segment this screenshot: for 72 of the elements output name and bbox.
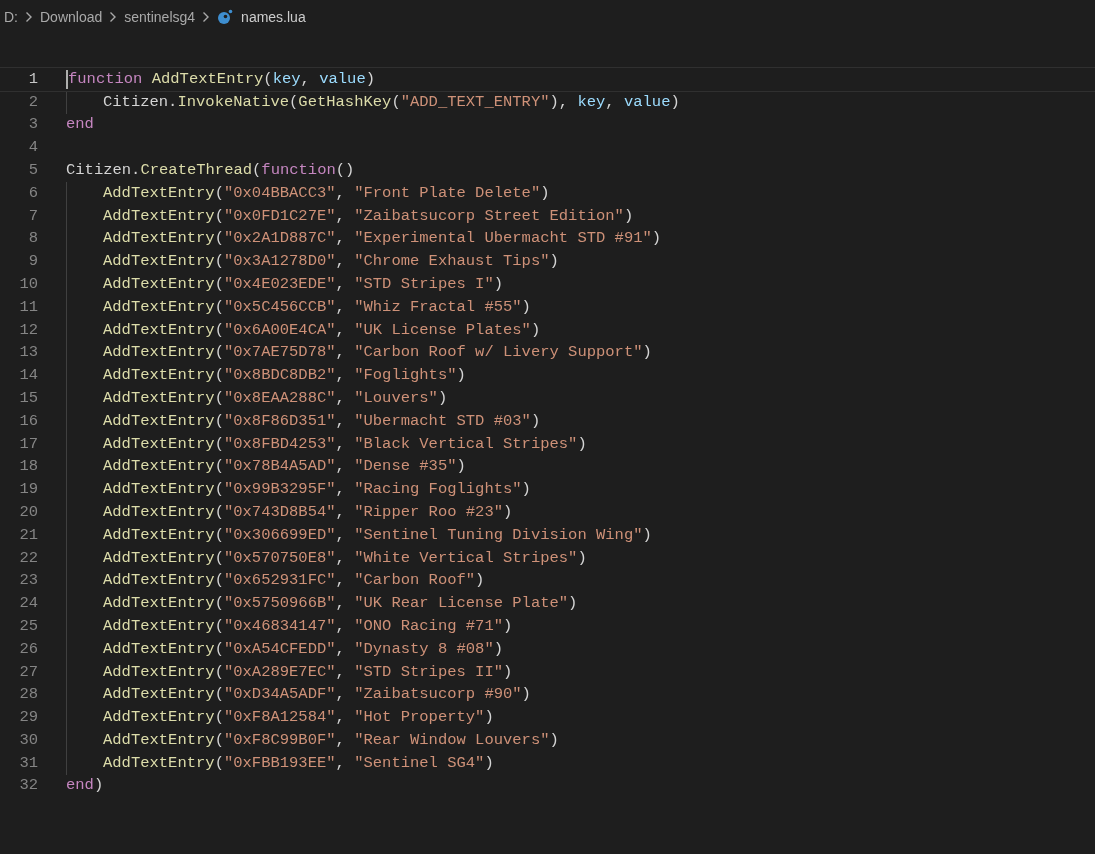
code-line: AddTextEntry("0x3A1278D0", "Chrome Exhaust Tips") [103, 251, 559, 273]
moon-file-icon [217, 9, 234, 25]
line-number: 30 [18, 729, 38, 751]
code-line: AddTextEntry("0x04BBACC3", "Front Plate Delete") [103, 182, 550, 204]
line-number: 14 [18, 365, 38, 387]
line-number: 2 [27, 91, 38, 113]
code-line: Citizen.InvokeNative(GetHashKey("ADD_TEXT_ENTRY"), key, value) [103, 91, 680, 113]
line-number: 19 [18, 479, 38, 501]
code-line: AddTextEntry("0xFBB193EE", "Sentinel SG4") [103, 752, 494, 774]
line-number: 28 [18, 684, 38, 706]
chevron-icon [25, 11, 33, 23]
line-number: 32 [18, 775, 38, 797]
code-line: end [66, 114, 94, 136]
line-number: 6 [27, 182, 38, 204]
line-number: 1 [27, 68, 38, 90]
line-number: 21 [18, 524, 38, 546]
code-line: Citizen.CreateThread(function() [66, 159, 355, 181]
line-number: 17 [18, 433, 38, 455]
line-number: 9 [27, 251, 38, 273]
code-line: AddTextEntry("0x99B3295F", "Racing Foglights") [103, 479, 531, 501]
line-number: 8 [27, 228, 38, 250]
code-line: AddTextEntry("0x4E023EDE", "STD Stripes I") [103, 273, 503, 295]
line-number: 3 [27, 114, 38, 136]
line-number: 22 [18, 547, 38, 569]
line-number: 23 [18, 570, 38, 592]
line-number: 29 [18, 707, 38, 729]
line-number: 15 [18, 387, 38, 409]
code-line: AddTextEntry("0x7AE75D78", "Carbon Roof w/ Livery Support") [103, 342, 652, 364]
line-number: 13 [18, 342, 38, 364]
code-line: AddTextEntry("0x46834147", "ONO Racing #71") [103, 615, 513, 637]
code-line: AddTextEntry("0xA54CFEDD", "Dynasty 8 #08") [103, 638, 503, 660]
chevron-icon [202, 11, 211, 23]
code-line: AddTextEntry("0x5750966B", "UK Rear License Plate") [103, 593, 578, 615]
code-line: AddTextEntry("0x6A00E4CA", "UK License Plates") [103, 319, 541, 341]
code-line: AddTextEntry("0x652931FC", "Carbon Roof") [103, 570, 485, 592]
code-line: AddTextEntry("0x0FD1C27E", "Zaibatsucorp Street Edition") [103, 205, 634, 227]
line-number: 31 [18, 752, 38, 774]
code-line: AddTextEntry("0x5C456CCB", "Whiz Fractal #55") [103, 296, 531, 318]
chevron-icon [109, 11, 118, 23]
line-number: 24 [18, 593, 38, 615]
line-number: 25 [18, 615, 38, 637]
code-line: AddTextEntry("0xA289E7EC", "STD Stripes II") [103, 661, 513, 683]
line-number: 18 [18, 456, 38, 478]
code-line: AddTextEntry("0x743D8B54", "Ripper Roo #23") [103, 501, 513, 523]
line-number: 20 [18, 501, 38, 523]
code-line: AddTextEntry("0xF8A12584", "Hot Property") [103, 707, 494, 729]
code-line: end) [66, 775, 104, 797]
text-cursor [66, 69, 68, 89]
breadcrumb-folder[interactable]: Download [40, 6, 103, 28]
code-line: AddTextEntry("0x8F86D351", "Ubermacht STD #03") [103, 410, 541, 432]
code-line: AddTextEntry("0x2A1D887C", "Experimental Ubermacht STD #91") [103, 228, 662, 250]
breadcrumb-file[interactable]: names.lua [241, 6, 306, 28]
line-number: 16 [18, 410, 38, 432]
code-line: AddTextEntry("0xD34A5ADF", "Zaibatsucorp #90") [103, 684, 531, 706]
line-number: 5 [27, 159, 38, 181]
breadcrumb-folder[interactable]: sentinelsg4 [124, 6, 196, 28]
line-number: 10 [18, 273, 38, 295]
code-line: AddTextEntry("0x570750E8", "White Vertical Stripes") [103, 547, 587, 569]
line-number: 12 [18, 319, 38, 341]
line-number: 7 [27, 205, 38, 227]
code-line: AddTextEntry("0xF8C99B0F", "Rear Window Louvers") [103, 729, 559, 751]
code-line: AddTextEntry("0x8BDC8DB2", "Foglights") [103, 365, 466, 387]
code-line: function AddTextEntry(key, value) [68, 68, 375, 90]
line-number: 4 [27, 137, 38, 159]
line-number: 11 [18, 296, 38, 318]
line-number: 27 [18, 661, 38, 683]
code-line: AddTextEntry("0x8FBD4253", "Black Vertical Stripes") [103, 433, 587, 455]
code-line: AddTextEntry("0x306699ED", "Sentinel Tuning Division Wing") [103, 524, 652, 546]
code-line: AddTextEntry("0x78B4A5AD", "Dense #35") [103, 456, 466, 478]
breadcrumb-folder[interactable]: D: [4, 6, 18, 28]
line-number: 26 [18, 638, 38, 660]
code-line: AddTextEntry("0x8EAA288C", "Louvers") [103, 387, 448, 409]
